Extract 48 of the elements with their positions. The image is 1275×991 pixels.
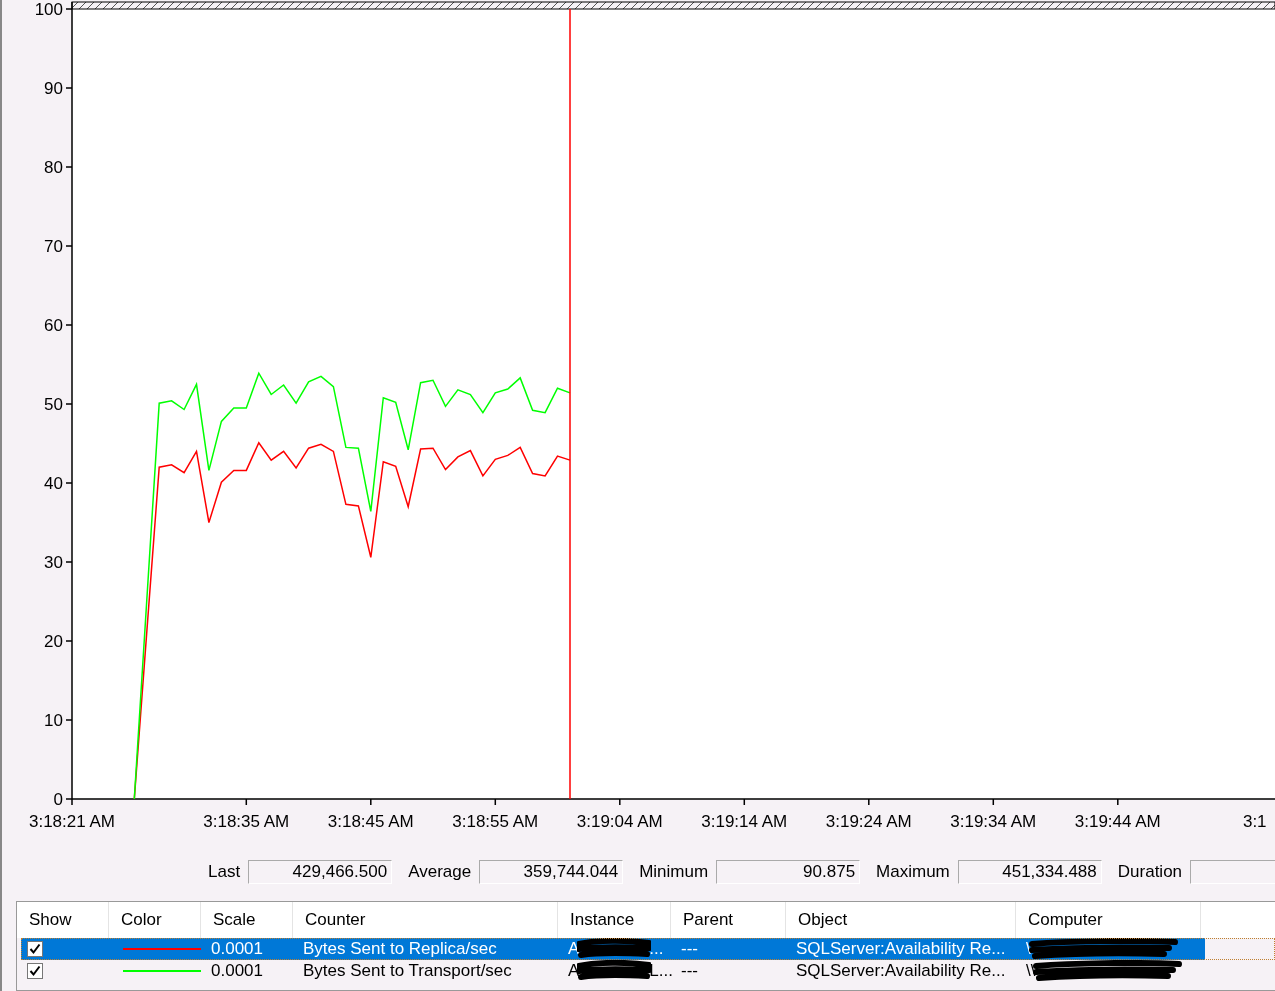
counter-row[interactable]: 0.0001 Bytes Sent to Replica/sec A ... --- SQLServer:Availability Re... \ (21, 938, 1275, 960)
checkbox[interactable] (27, 963, 43, 979)
axis-label: 3:1 (1242, 812, 1267, 831)
scale-text: 0.0001 (211, 961, 263, 981)
axis-label: 3:19:44 AM (1074, 812, 1161, 831)
stat-value-field: 451,334.488 (957, 860, 1102, 884)
axis-label: 50 (44, 395, 63, 414)
axis-label: 3:19:14 AM (701, 812, 788, 831)
axis-label: 40 (44, 474, 63, 493)
stat-label: Duration (1117, 862, 1183, 882)
axis-label: 3:18:21 AM (29, 812, 115, 831)
counter-name: Bytes Sent to Transport/sec (303, 961, 512, 981)
axis-label: 3:19:04 AM (576, 812, 663, 831)
instance-text: A (568, 939, 580, 959)
axis-label: 3:19:34 AM (950, 812, 1037, 831)
stat-value-field: 429,466.500 (248, 860, 393, 884)
axis-label: 90 (44, 79, 63, 98)
parent-text: --- (681, 939, 698, 959)
stat-value-field: 359,744.044 (479, 860, 624, 884)
checkbox[interactable] (27, 941, 43, 957)
instance-text: ... (649, 939, 664, 959)
axis-label: 70 (44, 237, 63, 256)
axis-label: 100 (34, 0, 63, 19)
stat-label: Maximum (876, 862, 950, 882)
parent-text: --- (681, 961, 698, 981)
object-text: SQLServer:Availability Re... (796, 939, 1006, 959)
stat-label: Minimum (639, 862, 709, 882)
object-text: SQLServer:Availability Re... (796, 961, 1006, 981)
stat-label: Average (408, 862, 472, 882)
axis-label: 60 (44, 316, 63, 335)
scale-text: 0.0001 (211, 939, 263, 959)
axis-label: 3:18:45 AM (327, 812, 414, 831)
computer-text: \ (1026, 939, 1031, 959)
axis-label: 30 (44, 553, 63, 572)
instance-text: L... (649, 961, 673, 981)
axis-label: 0 (53, 790, 63, 809)
axis-label: 3:19:24 AM (825, 812, 912, 831)
stat-label: Last (208, 862, 241, 882)
axis-label: 80 (44, 158, 63, 177)
counter-row[interactable]: 0.0001 Bytes Sent to Transport/sec A L... --- SQLServer:Availability Re... \\ (21, 960, 1275, 982)
axis-label: 3:18:35 AM (203, 812, 290, 831)
axis-label: 20 (44, 632, 63, 651)
stat-value-field: 90.875 (716, 860, 861, 884)
instance-text: A (568, 961, 580, 981)
axis-label: 3:18:55 AM (452, 812, 539, 831)
computer-text: \\ (1026, 961, 1036, 981)
axis-label: 10 (44, 711, 63, 730)
counter-name: Bytes Sent to Replica/sec (303, 939, 497, 959)
